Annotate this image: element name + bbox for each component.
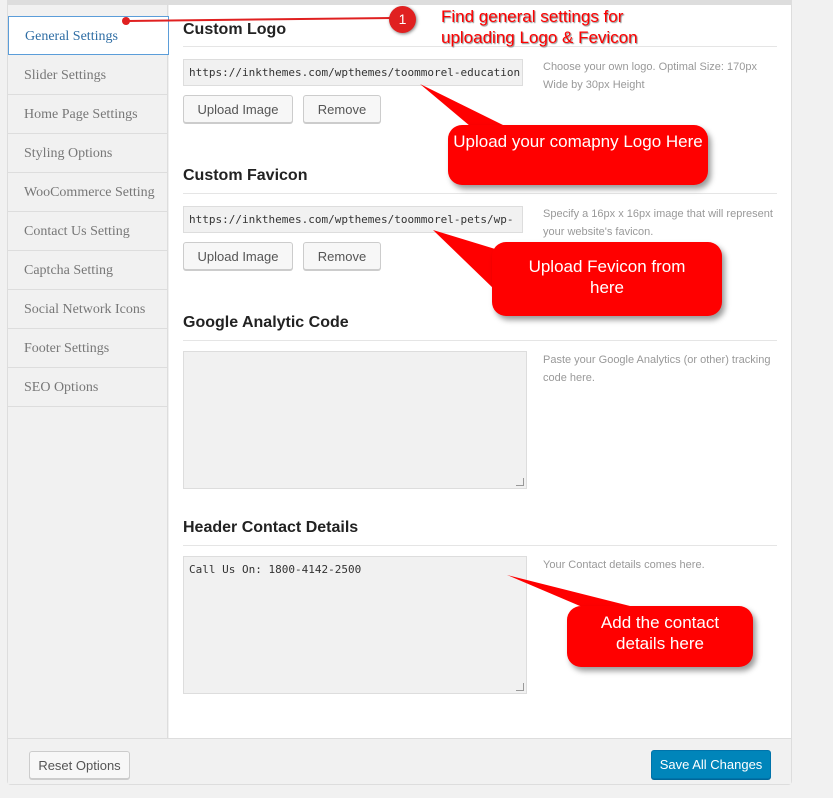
step-badge: 1 [389,6,416,33]
contact-callout-pointer [507,575,630,606]
favicon-callout: Upload Fevicon from here [492,242,722,316]
annotation-note: Find general settings for uploading Logo… [441,7,638,47]
annotation-arrows [122,17,630,606]
step-pointer-line [125,17,393,22]
logo-callout: Upload your comapny Logo Here [448,125,708,185]
step-pointer-dot [122,17,130,25]
logo-callout-pointer [420,84,505,126]
contact-callout: Add the contact details here [567,606,753,667]
